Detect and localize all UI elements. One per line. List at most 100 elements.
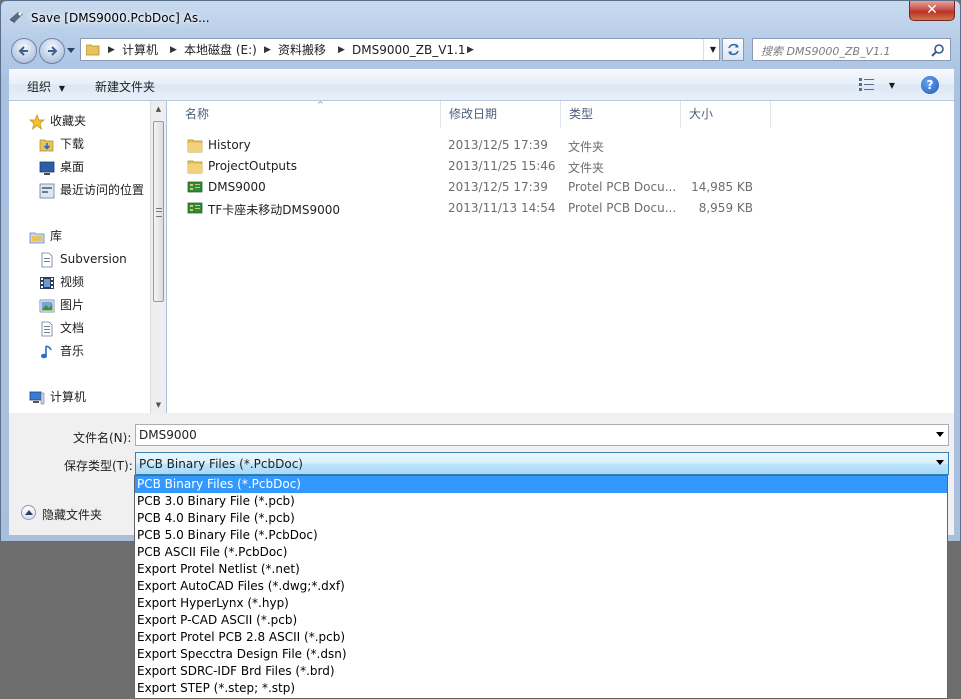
column-header-date[interactable]: 修改日期 — [441, 101, 561, 128]
hide-folders-label: 隐藏文件夹 — [42, 508, 103, 522]
back-button[interactable] — [11, 38, 37, 64]
search-icon[interactable] — [931, 43, 945, 57]
scroll-down-icon[interactable]: ▼ — [151, 397, 166, 413]
nav-label: 文档 — [60, 321, 85, 335]
view-options-button[interactable]: ▼ — [859, 77, 895, 94]
document-library-icon — [41, 252, 53, 268]
breadcrumb-separator-icon[interactable]: ▶ — [264, 43, 273, 59]
dropdown-option[interactable]: Export Protel Netlist (*.net) — [135, 561, 947, 578]
chevron-down-icon[interactable] — [936, 432, 944, 437]
column-header-type[interactable]: 类型 — [561, 101, 681, 128]
organize-label: 组织 — [27, 80, 52, 94]
dropdown-option[interactable]: PCB 4.0 Binary File (*.pcb) — [135, 510, 947, 527]
column-header-size[interactable]: 大小 — [681, 101, 771, 128]
dropdown-option[interactable]: Export STEP (*.step; *.stp) — [135, 680, 947, 697]
scroll-up-icon[interactable]: ▲ — [151, 101, 166, 117]
filetype-select[interactable]: PCB Binary Files (*.PcbDoc) — [135, 452, 949, 475]
pcb-doc-icon — [187, 202, 203, 214]
column-label: 大小 — [689, 107, 714, 121]
organize-button[interactable]: 组织 ▼ — [27, 78, 65, 95]
nav-label: Subversion — [60, 252, 127, 266]
folder-icon — [187, 139, 203, 153]
dropdown-option-selected[interactable]: PCB Binary Files (*.PcbDoc) — [135, 476, 947, 493]
command-toolbar: 组织 ▼ 新建文件夹 ▼ ? — [9, 69, 954, 101]
file-row[interactable]: DMS9000 2013/12/5 17:39 Protel PCB Docu.… — [185, 177, 785, 198]
dropdown-option[interactable]: Export Protel PCB 2.8 ASCII (*.pcb) — [135, 629, 947, 646]
breadcrumb-local-disk[interactable]: 本地磁盘 (E:) — [184, 43, 257, 59]
filename-label: 文件名(N): — [73, 431, 132, 445]
close-button[interactable]: ✕ — [909, 1, 955, 21]
search-input[interactable]: 搜索 DMS9000_ZB_V1.1 — [752, 38, 951, 61]
dropdown-option[interactable]: PCB ASCII File (*.PcbDoc) — [135, 544, 947, 561]
forward-button[interactable] — [39, 38, 65, 64]
scrollbar-thumb[interactable] — [153, 121, 164, 302]
downloads-folder-icon — [39, 139, 54, 152]
file-name: TF卡座未移动DMS9000 — [208, 203, 340, 217]
view-list-icon — [859, 78, 874, 91]
nav-label: 音乐 — [60, 344, 85, 358]
dropdown-option[interactable]: Export HyperLynx (*.hyp) — [135, 595, 947, 612]
column-label: 修改日期 — [449, 107, 498, 121]
video-icon — [40, 277, 54, 289]
breadcrumb-separator-icon[interactable]: ▶ — [338, 43, 347, 59]
app-icon — [10, 12, 23, 23]
chevron-up-icon — [21, 505, 36, 520]
file-size: 8,959 KB — [698, 201, 753, 215]
nav-label: 最近访问的位置 — [60, 183, 145, 197]
nav-label: 桌面 — [60, 160, 85, 174]
breadcrumb-data-move[interactable]: 资料搬移 — [278, 43, 326, 59]
file-date: 2013/12/5 17:39 — [448, 180, 548, 194]
libraries-icon — [29, 232, 45, 244]
file-row[interactable]: History 2013/12/5 17:39 文件夹 — [185, 135, 785, 156]
dropdown-option[interactable]: Export AutoCAD Files (*.dwg;*.dxf) — [135, 578, 947, 595]
filetype-dropdown-list[interactable]: PCB Binary Files (*.PcbDoc) PCB 3.0 Bina… — [134, 475, 948, 699]
help-button[interactable]: ? — [921, 76, 939, 94]
dropdown-option[interactable]: Export P-CAD ASCII (*.pcb) — [135, 612, 947, 629]
new-folder-button[interactable]: 新建文件夹 — [95, 78, 155, 95]
close-icon: ✕ — [926, 2, 938, 18]
forward-arrow-icon — [48, 46, 58, 56]
nav-label: 收藏夹 — [50, 114, 87, 128]
dropdown-option[interactable]: PCB 5.0 Binary File (*.PcbDoc) — [135, 527, 947, 544]
breadcrumb-separator-icon[interactable]: ▶ — [170, 43, 179, 59]
nav-label: 图片 — [60, 298, 85, 312]
save-as-dialog: Save [DMS9000.PcbDoc] As... ✕ ▶ 计算机 ▶ 本地… — [0, 0, 961, 542]
file-type: 文件夹 — [568, 161, 605, 175]
picture-icon — [39, 299, 55, 313]
recent-pages-dropdown-icon[interactable] — [67, 48, 75, 54]
nav-label: 视频 — [60, 275, 85, 289]
address-bar[interactable]: ▶ 计算机 ▶ 本地磁盘 (E:) ▶ 资料搬移 ▶ DMS9000_ZB_V1… — [80, 38, 720, 61]
chevron-down-icon: ▼ — [888, 81, 895, 90]
folder-icon — [86, 44, 100, 56]
nav-label: 下载 — [60, 137, 85, 151]
file-name: ProjectOutputs — [208, 159, 297, 173]
dropdown-option[interactable]: Export SDRC-IDF Brd Files (*.brd) — [135, 663, 947, 680]
file-name: History — [208, 138, 251, 152]
chevron-down-icon[interactable] — [936, 460, 944, 465]
help-icon: ? — [926, 78, 934, 92]
nav-label: 计算机 — [50, 390, 87, 404]
column-header-name[interactable]: 名称 ^ — [177, 101, 441, 128]
filename-field[interactable]: DMS9000 — [135, 424, 949, 446]
window-title: Save [DMS9000.PcbDoc] As... — [31, 11, 210, 25]
refresh-button[interactable] — [722, 38, 744, 61]
folder-icon — [187, 160, 203, 174]
file-name: DMS9000 — [208, 180, 266, 194]
file-date: 2013/11/25 15:46 — [448, 159, 556, 173]
file-row[interactable]: TF卡座未移动DMS9000 2013/11/13 14:54 Protel P… — [185, 198, 785, 219]
file-row[interactable]: ProjectOutputs 2013/11/25 15:46 文件夹 — [185, 156, 785, 177]
dropdown-option[interactable]: Export Specctra Design File (*.dsn) — [135, 646, 947, 663]
dropdown-option[interactable]: PCB 3.0 Binary File (*.pcb) — [135, 493, 947, 510]
title-bar[interactable]: Save [DMS9000.PcbDoc] As... ✕ — [1, 1, 960, 35]
breadcrumb-separator-icon[interactable]: ▶ — [467, 43, 476, 59]
navigation-scrollbar[interactable]: ▲ ▼ — [150, 101, 166, 413]
address-dropdown-icon[interactable]: ▼ — [703, 39, 722, 60]
grip-icon — [156, 208, 162, 217]
filename-value: DMS9000 — [139, 428, 197, 442]
breadcrumb-separator-icon[interactable]: ▶ — [108, 43, 117, 59]
file-list: 名称 ^ 修改日期 类型 大小 History 2013/12/5 17:39 … — [167, 101, 954, 413]
file-size: 14,985 KB — [691, 180, 753, 194]
chevron-down-icon: ▼ — [58, 84, 65, 93]
breadcrumb-current-folder[interactable]: DMS9000_ZB_V1.1 — [352, 43, 466, 59]
breadcrumb-computer[interactable]: 计算机 — [122, 43, 158, 59]
